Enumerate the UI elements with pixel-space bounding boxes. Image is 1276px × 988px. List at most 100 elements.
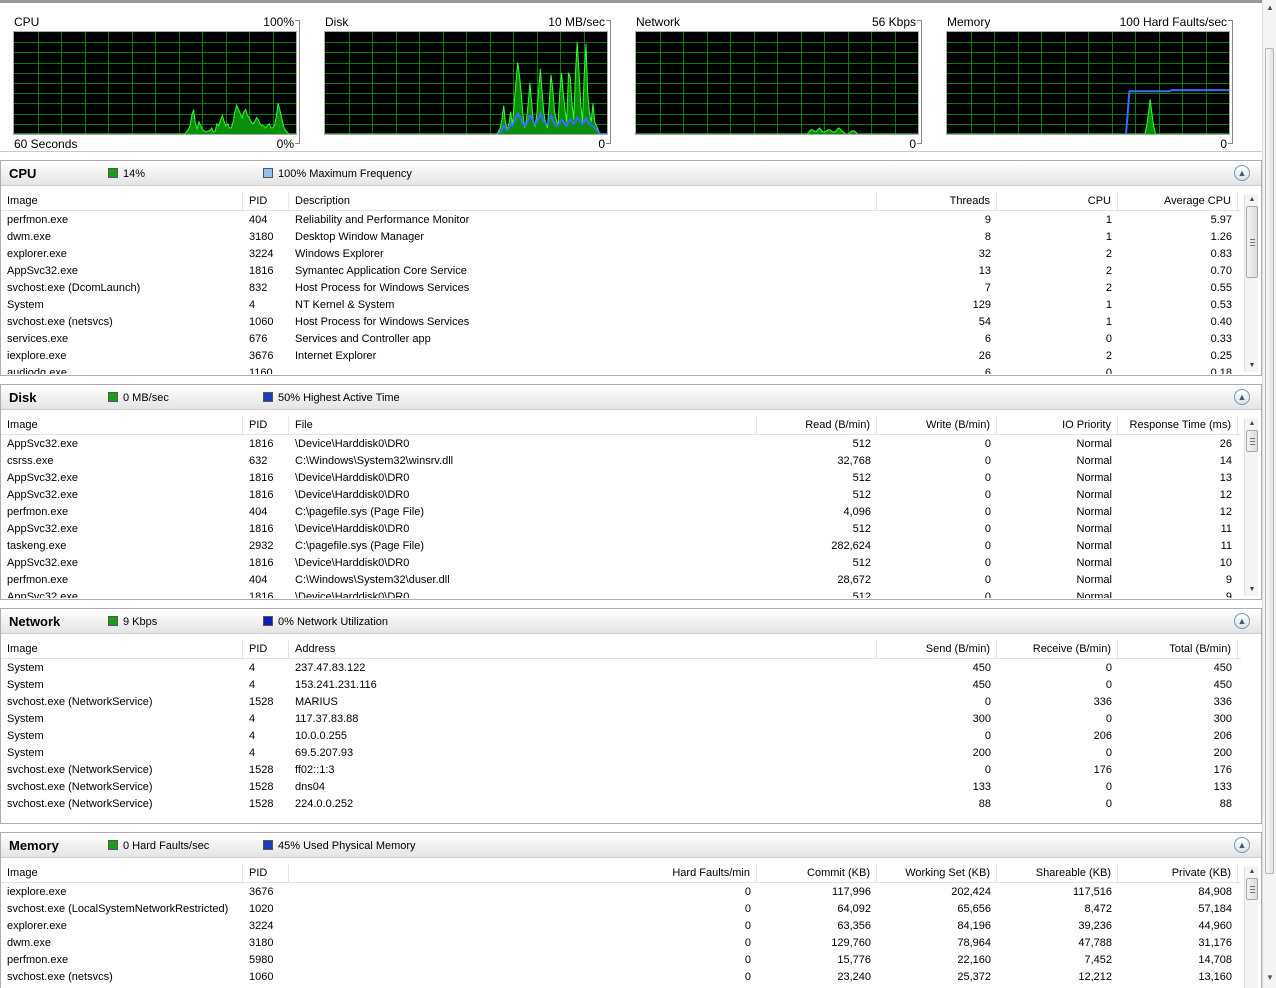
table-cell: services.exe xyxy=(7,333,69,345)
table-row[interactable]: services.exe 676 Services and Controller a… xyxy=(1,331,1241,348)
table-cell: perfmon.exe xyxy=(7,506,69,518)
table-row[interactable]: audiodg.exe 1160 6 0 0.18 xyxy=(1,365,1241,374)
table-row[interactable]: svchost.exe (LocalSystemNetworkRestricte… xyxy=(1,901,1241,918)
network-section-header[interactable]: Network 9 Kbps 0% Network Utilization ▲ xyxy=(1,609,1261,634)
table-cell: 69.5.207.93 xyxy=(295,747,354,759)
scroll-up-arrow-icon[interactable]: ▲ xyxy=(1245,866,1259,878)
table-row[interactable]: svchost.exe (NetworkService) 1528 dns04 133… xyxy=(1,779,1241,796)
table-row[interactable]: svchost.exe (NetworkService) 1528 224.0.0.… xyxy=(1,796,1241,813)
table-row[interactable]: System 4 237.47.83.122 450 0 450 xyxy=(1,660,1241,677)
table-row[interactable]: AppSvc32.exe 1816 \Device\Harddisk0\DR0 512… xyxy=(1,555,1241,572)
scroll-down-arrow-icon[interactable]: ▼ xyxy=(1245,584,1259,596)
disk-list-scrollbar[interactable]: ▲ ▼ xyxy=(1244,418,1258,596)
table-cell: AppSvc32.exe xyxy=(7,472,78,484)
column-header[interactable]: Send (B/min) xyxy=(877,640,997,659)
table-row[interactable]: AppSvc32.exe 1816 \Device\Harddisk0\DR0 512… xyxy=(1,487,1241,504)
column-header[interactable]: Image xyxy=(1,864,243,883)
table-row[interactable]: AppSvc32.exe 1816 \Device\Harddisk0\DR0 512… xyxy=(1,470,1241,487)
table-cell: 450 xyxy=(972,679,991,691)
table-row[interactable]: iexplore.exe 3676 Internet Explorer 26 2 0.25 xyxy=(1,348,1241,365)
table-row[interactable]: perfmon.exe 404 C:\Windows\System32\duser.… xyxy=(1,572,1241,589)
column-header[interactable]: Description xyxy=(289,192,877,211)
table-row[interactable]: explorer.exe 3224 0 63,356 84,196 39,236 44,96… xyxy=(1,918,1241,935)
scroll-thumb[interactable] xyxy=(1246,878,1258,900)
table-row[interactable]: csrss.exe 632 C:\Windows\System32\winsrv.d… xyxy=(1,453,1241,470)
scroll-thumb[interactable] xyxy=(1246,206,1258,278)
table-row[interactable]: System 4 117.37.83.88 300 0 300 xyxy=(1,711,1241,728)
table-row[interactable]: AppSvc32.exe 1816 \Device\Harddisk0\DR0 512… xyxy=(1,436,1241,453)
column-header[interactable]: IO Priority xyxy=(997,416,1118,435)
column-header[interactable]: Shareable (KB) xyxy=(997,864,1118,883)
table-row[interactable]: svchost.exe (netsvcs) 1060 Host Process fo… xyxy=(1,314,1241,331)
cpu-list-scrollbar[interactable]: ▲ ▼ xyxy=(1244,194,1258,372)
disk-section-header[interactable]: Disk 0 MB/sec 50% Highest Active Time ▲ xyxy=(1,385,1261,410)
table-row[interactable]: svchost.exe (NetworkService) 1528 MARIUS 0 3… xyxy=(1,694,1241,711)
scroll-down-arrow-icon[interactable]: ▼ xyxy=(1266,974,1274,982)
column-header[interactable]: Average CPU xyxy=(1118,192,1238,211)
collapse-up-icon[interactable]: ▲ xyxy=(1234,389,1250,405)
column-header[interactable]: Private (KB) xyxy=(1118,864,1238,883)
column-header[interactable]: Image xyxy=(1,640,243,659)
column-header[interactable]: Working Set (KB) xyxy=(877,864,997,883)
table-row[interactable]: AppSvc32.exe 1816 \Device\Harddisk0\DR0 512… xyxy=(1,589,1241,598)
table-row[interactable]: svchost.exe (netsvcs) 1060 0 23,240 25,372 12… xyxy=(1,969,1241,986)
table-row[interactable]: AppSvc32.exe 1816 Symantec Application Cor… xyxy=(1,263,1241,280)
table-cell: 632 xyxy=(249,455,268,467)
table-row[interactable]: System 4 NT Kernel & System 129 1 0.53 xyxy=(1,297,1241,314)
memory-section: Memory 0 Hard Faults/sec 45% Used Physic… xyxy=(0,832,1262,988)
window-scrollbar[interactable]: ▲ ▼ xyxy=(1262,0,1276,988)
table-row[interactable]: System 4 69.5.207.93 200 0 200 xyxy=(1,745,1241,762)
table-row[interactable]: explorer.exe 3224 Windows Explorer 32 2 0.83 xyxy=(1,246,1241,263)
window-scroll-thumb[interactable] xyxy=(1265,48,1274,874)
table-row[interactable]: svchost.exe (NetworkService) 1528 ff02::1:… xyxy=(1,762,1241,779)
table-row[interactable]: dwm.exe 3180 0 129,760 78,964 47,788 31,176 xyxy=(1,935,1241,952)
table-cell: \Device\Harddisk0\DR0 xyxy=(295,523,410,535)
memory-list-scrollbar[interactable]: ▲ xyxy=(1244,866,1258,988)
column-header[interactable]: Image xyxy=(1,416,243,435)
column-header[interactable]: Receive (B/min) xyxy=(997,640,1118,659)
collapse-up-icon[interactable]: ▲ xyxy=(1234,613,1250,629)
column-header[interactable]: Read (B/min) xyxy=(757,416,877,435)
cpu-section-header[interactable]: CPU 14% 100% Maximum Frequency ▲ xyxy=(1,161,1261,186)
scroll-up-arrow-icon[interactable]: ▲ xyxy=(1245,194,1259,206)
column-header[interactable]: Write (B/min) xyxy=(877,416,997,435)
column-header[interactable]: PID xyxy=(243,416,289,435)
graph-strip: CPU 100% 60 Seconds 0% Disk 10 MB/sec 0 … xyxy=(0,0,1262,152)
table-cell: 88 xyxy=(978,798,991,810)
column-header[interactable]: CPU xyxy=(997,192,1118,211)
network-graph-min: 0 xyxy=(909,137,916,151)
column-header[interactable]: PID xyxy=(243,192,289,211)
memory-section-header[interactable]: Memory 0 Hard Faults/sec 45% Used Physic… xyxy=(1,833,1261,858)
table-row[interactable]: System 4 153.241.231.116 450 0 450 xyxy=(1,677,1241,694)
column-header[interactable]: PID xyxy=(243,640,289,659)
scroll-thumb[interactable] xyxy=(1246,430,1258,452)
table-row[interactable]: iexplore.exe 3676 0 117,996 202,424 117,516 84… xyxy=(1,884,1241,901)
table-row[interactable]: svchost.exe (DcomLaunch) 832 Host Process … xyxy=(1,280,1241,297)
table-row[interactable]: taskeng.exe 2932 C:\pagefile.sys (Page Fil… xyxy=(1,538,1241,555)
table-row[interactable]: dwm.exe 3180 Desktop Window Manager 8 1 1.26 xyxy=(1,229,1241,246)
table-row[interactable]: AppSvc32.exe 1816 \Device\Harddisk0\DR0 512… xyxy=(1,521,1241,538)
scroll-down-arrow-icon[interactable]: ▼ xyxy=(1245,360,1259,372)
table-row[interactable]: perfmon.exe 5980 0 15,776 22,160 7,452 14,708 xyxy=(1,952,1241,969)
table-row[interactable]: perfmon.exe 404 C:\pagefile.sys (Page File… xyxy=(1,504,1241,521)
table-row[interactable]: System 4 10.0.0.255 0 206 206 xyxy=(1,728,1241,745)
column-header[interactable]: Threads xyxy=(877,192,997,211)
column-header[interactable]: Hard Faults/min xyxy=(289,864,757,883)
column-header[interactable]: Response Time (ms) xyxy=(1118,416,1238,435)
table-cell: 7,452 xyxy=(1084,954,1112,966)
scroll-up-arrow-icon[interactable]: ▲ xyxy=(1245,418,1259,430)
column-header[interactable]: Commit (KB) xyxy=(757,864,877,883)
table-cell: 404 xyxy=(249,506,268,518)
table-row[interactable]: perfmon.exe 404 Reliability and Performanc… xyxy=(1,212,1241,229)
column-header[interactable]: File xyxy=(289,416,757,435)
collapse-up-icon[interactable]: ▲ xyxy=(1234,165,1250,181)
column-header[interactable]: PID xyxy=(243,864,289,883)
cpu-graph-max: 100% xyxy=(263,15,294,29)
table-cell: 0.25 xyxy=(1210,350,1232,362)
column-header[interactable]: Total (B/min) xyxy=(1118,640,1238,659)
column-header[interactable]: Image xyxy=(1,192,243,211)
scroll-up-arrow-icon[interactable]: ▲ xyxy=(1266,4,1274,12)
table-cell: 202,424 xyxy=(951,886,991,898)
collapse-up-icon[interactable]: ▲ xyxy=(1234,837,1250,853)
column-header[interactable]: Address xyxy=(289,640,877,659)
